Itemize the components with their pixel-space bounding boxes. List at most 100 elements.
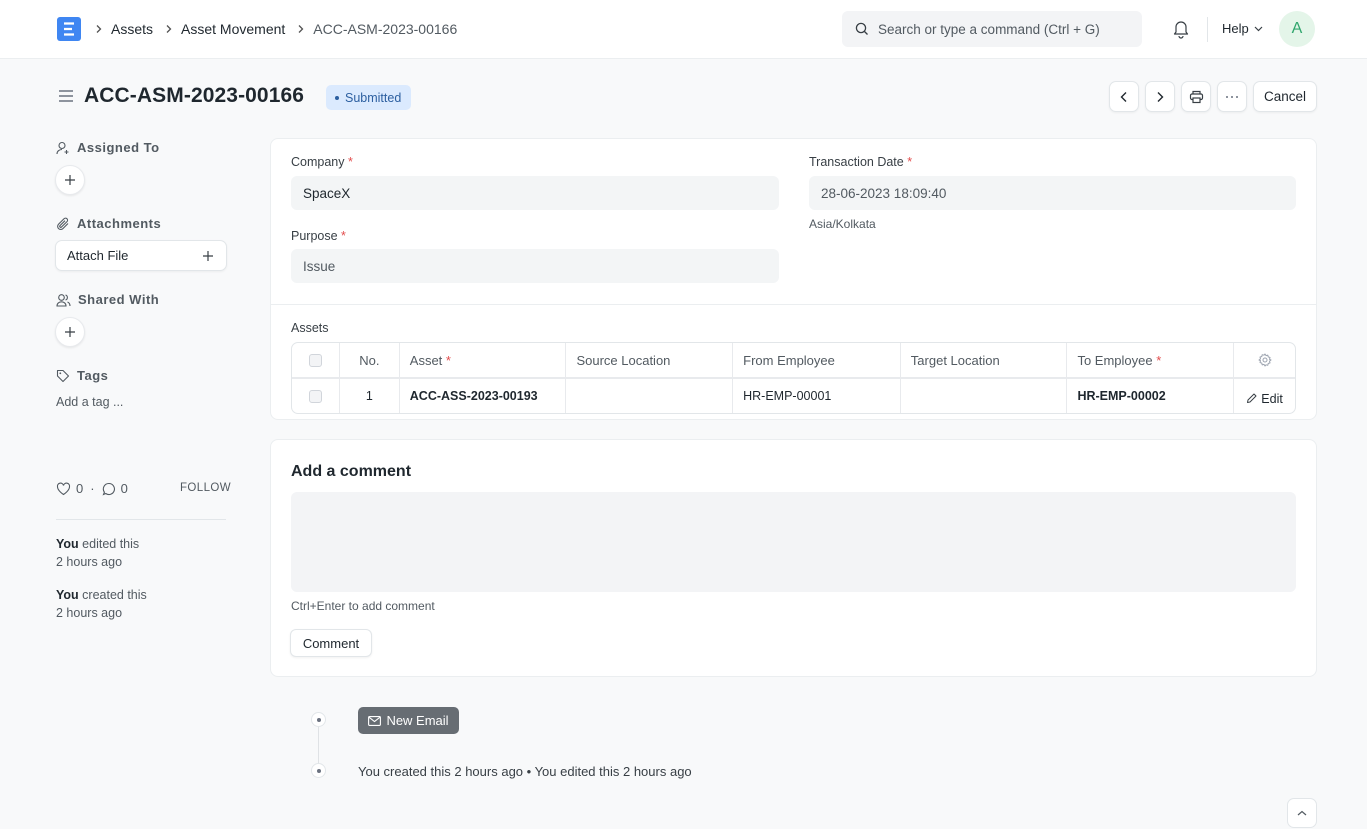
user-add-icon	[56, 141, 69, 154]
shared-with-label: Shared With	[56, 292, 159, 307]
company-label: Company *	[291, 155, 353, 169]
chevron-right-icon	[95, 24, 103, 34]
table-row[interactable]: 1 ACC-ASS-2023-00193 HR-EMP-00001 HR-EMP…	[292, 379, 1295, 413]
company-field[interactable]: SpaceX	[291, 176, 779, 210]
breadcrumb-assets[interactable]: Assets	[111, 21, 153, 37]
column-no: No.	[340, 343, 400, 377]
page-title: ACC-ASM-2023-00166	[84, 84, 305, 107]
column-from-employee: From Employee	[733, 343, 901, 377]
app-logo[interactable]	[57, 17, 81, 41]
edit-row-button[interactable]: Edit	[1246, 392, 1283, 406]
plus-icon	[65, 327, 75, 337]
chevron-left-icon	[1120, 91, 1127, 102]
column-settings[interactable]	[1234, 343, 1295, 377]
select-all-cell	[292, 343, 340, 377]
attachments-label: Attachments	[56, 216, 161, 231]
follow-button[interactable]: FOLLOW	[180, 482, 231, 494]
timeline-dot	[311, 712, 326, 727]
cell-from-employee[interactable]: HR-EMP-00001	[733, 379, 901, 413]
plus-icon	[203, 250, 213, 261]
status-dot	[335, 95, 339, 100]
table-header: No. Asset * Source Location From Employe…	[292, 343, 1295, 379]
timeline-line	[318, 727, 319, 765]
assigned-to-label: Assigned To	[56, 140, 160, 155]
comment-icon	[102, 482, 115, 496]
likes-count: 0	[76, 481, 84, 496]
chevron-up-icon	[1297, 810, 1307, 816]
add-assignee-button[interactable]	[55, 165, 85, 195]
attach-file-label: Attach File	[67, 248, 129, 263]
cancel-button[interactable]: Cancel	[1253, 81, 1317, 112]
chevron-right-icon	[165, 24, 173, 34]
add-tag-link[interactable]: Add a tag ...	[56, 395, 123, 409]
status-badge: Submitted	[326, 85, 412, 110]
user-avatar[interactable]: A	[1279, 11, 1315, 47]
gear-icon[interactable]	[1258, 353, 1272, 367]
previous-document-button[interactable]	[1109, 81, 1139, 112]
navbar: Assets Asset Movement ACC-ASM-2023-00166…	[0, 0, 1367, 59]
scroll-to-top-button[interactable]	[1287, 798, 1317, 828]
pencil-icon	[1247, 393, 1257, 403]
breadcrumb: Assets Asset Movement ACC-ASM-2023-00166	[95, 20, 469, 38]
assets-table: No. Asset * Source Location From Employe…	[291, 342, 1296, 414]
print-button[interactable]	[1181, 81, 1211, 112]
column-asset: Asset *	[400, 343, 567, 377]
chevron-down-icon	[1254, 26, 1263, 31]
next-document-button[interactable]	[1145, 81, 1175, 112]
heart-icon[interactable]	[56, 482, 71, 496]
sidebar-divider	[56, 519, 226, 520]
chevron-right-icon	[1157, 91, 1164, 102]
separator: ·	[90, 481, 95, 496]
mail-icon	[368, 715, 382, 726]
transaction-date-field[interactable]: 28-06-2023 18:09:40	[809, 176, 1296, 210]
sidebar-toggle[interactable]	[58, 89, 74, 106]
logo-icon	[64, 22, 74, 36]
cell-asset[interactable]: ACC-ASS-2023-00193	[400, 379, 567, 413]
column-to-employee: To Employee *	[1067, 343, 1235, 377]
bell-icon	[1173, 21, 1189, 39]
status-label: Submitted	[345, 90, 402, 105]
hamburger-icon	[59, 90, 73, 102]
tags-label: Tags	[56, 368, 108, 383]
assets-table-label: Assets	[291, 321, 329, 335]
comment-hint: Ctrl+Enter to add comment	[291, 599, 435, 613]
purpose-field[interactable]: Issue	[291, 249, 779, 283]
search-placeholder: Search or type a command (Ctrl + G)	[878, 21, 1100, 37]
timeline-dot	[311, 763, 326, 778]
comment-title: Add a comment	[291, 463, 412, 480]
activity-item: You edited this 2 hours ago	[56, 537, 140, 569]
nav-divider	[1207, 17, 1208, 42]
help-label: Help	[1222, 21, 1249, 36]
attach-file-button[interactable]: Attach File	[55, 240, 227, 271]
timeline-activity: You created this 2 hours ago • You edite…	[358, 764, 692, 779]
transaction-date-label: Transaction Date *	[809, 155, 913, 169]
chevron-right-icon	[297, 24, 305, 34]
tag-icon	[56, 369, 70, 382]
select-all-checkbox[interactable]	[308, 353, 322, 367]
activity-item: You created this 2 hours ago	[56, 588, 147, 620]
new-email-button[interactable]: New Email	[358, 707, 459, 734]
paperclip-icon	[57, 217, 69, 230]
cell-edit: Edit	[1234, 379, 1295, 413]
cell-target-location[interactable]	[901, 379, 1068, 413]
search-input[interactable]: Search or type a command (Ctrl + G)	[842, 11, 1142, 47]
row-checkbox[interactable]	[308, 389, 322, 403]
row-select-cell	[292, 379, 340, 413]
likes-comments: 0 · 0	[56, 481, 128, 496]
add-share-button[interactable]	[55, 317, 85, 347]
more-actions-button[interactable]	[1217, 81, 1247, 112]
cell-no: 1	[340, 379, 400, 413]
cell-source-location[interactable]	[566, 379, 734, 413]
comment-button[interactable]: Comment	[290, 629, 372, 657]
help-dropdown[interactable]: Help	[1222, 21, 1263, 36]
ellipsis-icon	[1226, 95, 1238, 98]
notifications-button[interactable]	[1172, 19, 1190, 42]
plus-icon	[65, 175, 75, 185]
comment-input[interactable]	[291, 492, 1296, 592]
breadcrumb-current[interactable]: ACC-ASM-2023-00166	[313, 21, 457, 37]
breadcrumb-asset-movement[interactable]: Asset Movement	[181, 21, 285, 37]
cell-to-employee[interactable]: HR-EMP-00002	[1067, 379, 1235, 413]
printer-icon	[1189, 90, 1203, 103]
comments-count: 0	[120, 481, 128, 496]
column-target-location: Target Location	[901, 343, 1068, 377]
